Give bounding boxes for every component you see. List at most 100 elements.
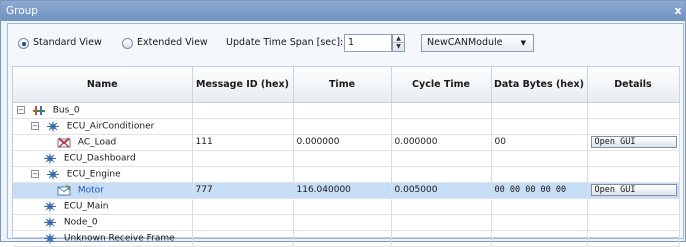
- message-id-cell: [192, 166, 294, 183]
- details-cell: Open GUI: [587, 134, 680, 151]
- time-cell: [293, 166, 392, 183]
- signal-table: Name Message ID (hex) Time Cycle Time Da…: [12, 66, 680, 247]
- table-row[interactable]: ECU_Main: [13, 198, 680, 215]
- data-bytes-cell: [491, 198, 588, 215]
- standard-view-label[interactable]: Standard View: [33, 36, 102, 50]
- extended-view-label[interactable]: Extended View: [137, 36, 208, 50]
- column-header-message-id[interactable]: Message ID (hex): [192, 67, 294, 103]
- node-label: ECU_Dashboard: [63, 153, 136, 163]
- time-cell: 0.000000: [293, 134, 392, 151]
- name-cell[interactable]: − ECU_AirConditioner: [13, 118, 193, 135]
- ecu-icon: [46, 121, 59, 131]
- message-id-cell: [192, 198, 294, 215]
- open-gui-button[interactable]: Open GUI: [590, 136, 677, 148]
- standard-view-radio[interactable]: [18, 38, 29, 49]
- spin-up-icon[interactable]: ▲: [393, 35, 404, 43]
- table-row[interactable]: ECU_Dashboard: [13, 150, 680, 167]
- cycle-time-cell: 0.005000: [391, 182, 492, 199]
- details-cell: [587, 214, 680, 231]
- time-cell: [293, 198, 392, 215]
- name-cell[interactable]: Unknown Receive Frame: [13, 230, 193, 247]
- data-bytes-cell: [491, 118, 588, 135]
- data-bytes-cell: [491, 166, 588, 183]
- details-cell: Open GUI: [587, 182, 680, 199]
- name-cell[interactable]: AC_Load: [13, 134, 193, 151]
- time-cell: 116.040000: [293, 182, 392, 199]
- data-bytes-cell: [491, 150, 588, 167]
- node-label: ECU_AirConditioner: [66, 121, 155, 131]
- table-row[interactable]: Unknown Receive Frame: [13, 230, 680, 247]
- data-bytes-cell: [491, 230, 588, 247]
- column-header-name[interactable]: Name: [13, 67, 193, 103]
- time-cell: [293, 214, 392, 231]
- collapse-icon[interactable]: −: [17, 106, 25, 114]
- time-cell: [293, 118, 392, 135]
- group-window: Group x Standard View Extended View Upda…: [0, 0, 686, 247]
- cycle-time-cell: [391, 150, 492, 167]
- data-bytes-cell: 00 00 00 00 00: [491, 182, 588, 199]
- open-gui-button[interactable]: Open GUI: [590, 184, 677, 196]
- data-bytes-cell: [491, 102, 588, 119]
- chevron-down-icon: ▼: [520, 39, 526, 47]
- time-cell: [293, 102, 392, 119]
- name-cell[interactable]: ECU_Dashboard: [13, 150, 193, 167]
- cycle-time-cell: [391, 102, 492, 119]
- details-cell: [587, 198, 680, 215]
- column-header-data-bytes[interactable]: Data Bytes (hex): [491, 67, 588, 103]
- cycle-time-cell: [391, 214, 492, 231]
- node-label: AC_Load: [77, 137, 117, 147]
- name-cell[interactable]: − ECU_Engine: [13, 166, 193, 183]
- time-cell: [293, 230, 392, 247]
- name-cell[interactable]: Motor: [13, 182, 193, 199]
- details-cell: [587, 150, 680, 167]
- table-header-row: Name Message ID (hex) Time Cycle Time Da…: [13, 67, 680, 103]
- ecu-icon: [44, 217, 56, 227]
- details-cell: [587, 102, 680, 119]
- node-label: Motor: [77, 185, 104, 195]
- node-label: ECU_Engine: [66, 169, 121, 179]
- column-header-time[interactable]: Time: [293, 67, 392, 103]
- ecu-icon: [44, 153, 56, 163]
- spin-down-icon[interactable]: ▼: [393, 43, 404, 51]
- cycle-time-cell: [391, 198, 492, 215]
- table-row[interactable]: AC_Load 111 0.000000 0.000000 00 Open GU…: [13, 134, 680, 151]
- details-cell: [587, 166, 680, 183]
- update-span-spinner[interactable]: ▲ ▼: [392, 34, 405, 52]
- extended-view-radio[interactable]: [122, 38, 133, 49]
- ecu-icon: [46, 169, 59, 179]
- column-header-cycle-time[interactable]: Cycle Time: [391, 67, 492, 103]
- table-row[interactable]: Node_0: [13, 214, 680, 231]
- name-cell[interactable]: Node_0: [13, 214, 193, 231]
- module-select[interactable]: NewCANModule ▼: [421, 34, 534, 52]
- name-cell[interactable]: ECU_Main: [13, 198, 193, 215]
- message-id-cell: [192, 214, 294, 231]
- details-cell: [587, 118, 680, 135]
- data-bytes-cell: 00: [491, 134, 588, 151]
- column-header-details[interactable]: Details: [587, 67, 680, 103]
- node-label: Node_0: [63, 217, 98, 227]
- message-icon: [57, 184, 71, 195]
- message-id-cell: 111: [192, 134, 294, 151]
- message-id-cell: [192, 150, 294, 167]
- table-row[interactable]: Motor 777 116.040000 0.005000 00 00 00 0…: [13, 182, 680, 199]
- cycle-time-cell: [391, 166, 492, 183]
- update-span-input[interactable]: 1: [344, 34, 392, 52]
- message-error-icon: [57, 136, 71, 148]
- collapse-icon[interactable]: −: [31, 122, 39, 130]
- close-button[interactable]: x: [671, 1, 685, 21]
- bus-icon: [32, 105, 45, 115]
- table-row[interactable]: − ECU_AirConditioner: [13, 118, 680, 135]
- title-bar: Group x: [1, 1, 685, 21]
- details-cell: [587, 230, 680, 247]
- message-id-cell: [192, 118, 294, 135]
- collapse-icon[interactable]: −: [31, 170, 39, 178]
- table-row[interactable]: − Bus_0: [13, 102, 680, 119]
- message-id-cell: 777: [192, 182, 294, 199]
- message-id-cell: [192, 230, 294, 247]
- cycle-time-cell: [391, 118, 492, 135]
- table-row[interactable]: − ECU_Engine: [13, 166, 680, 183]
- name-cell[interactable]: − Bus_0: [13, 102, 193, 119]
- module-select-value: NewCANModule: [427, 37, 503, 48]
- cycle-time-cell: [391, 230, 492, 247]
- update-span-label: Update Time Span [sec]:: [226, 37, 344, 48]
